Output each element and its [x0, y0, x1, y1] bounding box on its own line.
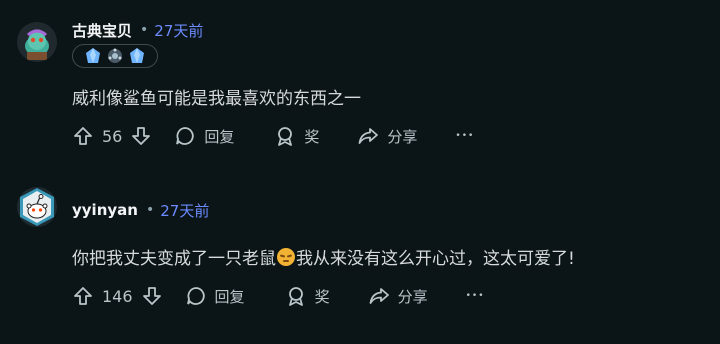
- snoo-avatar-icon: [17, 22, 57, 62]
- award-icon: [288, 287, 303, 306]
- avatar[interactable]: [17, 22, 57, 62]
- pensive-face-emoji-icon: [277, 248, 295, 266]
- more-options-icon: •••: [455, 131, 475, 141]
- crystal-badge-icon: [130, 48, 144, 63]
- vote-count: 56: [102, 126, 123, 146]
- award-label: 奖: [304, 127, 320, 146]
- share-arrow-icon: [369, 288, 389, 304]
- upvote-arrow-icon: [74, 287, 92, 305]
- award-button[interactable]: 奖: [285, 285, 330, 307]
- username[interactable]: yyinyan: [72, 201, 138, 219]
- username[interactable]: 古典宝贝: [72, 20, 132, 41]
- downvote-button[interactable]: [130, 125, 152, 147]
- chat-bubble-icon: [176, 127, 194, 145]
- comment: 古典宝贝 • 27天前 威利像鲨鱼可能是我最喜欢的东西之一 56 回复 奖 分享…: [0, 0, 720, 170]
- more-options-button[interactable]: •••: [466, 291, 485, 301]
- downvote-button[interactable]: [141, 285, 163, 307]
- comment-actions: 146 回复 奖 分享 •••: [72, 282, 485, 310]
- share-label: 分享: [387, 127, 418, 146]
- comment-text-part: 我从来没有这么开心过，这太可爱了!: [296, 249, 575, 269]
- upvote-button[interactable]: [72, 125, 94, 147]
- comment-text: 威利像鲨鱼可能是我最喜欢的东西之一: [72, 89, 361, 109]
- comment-text: 你把我丈夫变成了一只老鼠 我从来没有这么开心过，这太可爱了!: [72, 244, 575, 269]
- separator-dot: •: [145, 202, 155, 218]
- separator-dot: •: [140, 22, 149, 38]
- upvote-button[interactable]: [72, 285, 94, 307]
- reply-button[interactable]: 回复: [174, 125, 234, 147]
- downvote-arrow-icon: [132, 127, 151, 145]
- timestamp[interactable]: 27天前: [160, 200, 209, 221]
- comment-meta: yyinyan • 27天前: [72, 198, 209, 222]
- more-options-button[interactable]: •••: [455, 131, 474, 141]
- more-options-icon: •••: [465, 291, 485, 301]
- upvote-arrow-icon: [74, 127, 92, 145]
- comment-actions: 56 回复 奖 分享 •••: [72, 122, 474, 150]
- chat-bubble-icon: [186, 287, 205, 305]
- avatar[interactable]: [17, 187, 57, 227]
- downvote-arrow-icon: [142, 287, 161, 305]
- award-icon: [278, 127, 293, 146]
- award-button[interactable]: 奖: [274, 125, 319, 147]
- reply-label: 回复: [214, 287, 245, 306]
- share-button[interactable]: 分享: [368, 285, 428, 307]
- gear-badge-icon: [108, 48, 122, 63]
- reply-button[interactable]: 回复: [185, 285, 245, 307]
- user-badges[interactable]: [72, 44, 158, 68]
- vote-count: 146: [102, 286, 133, 306]
- comment: yyinyan • 27天前 你把我丈夫变成了一只老鼠 我从来没有这么开心过，这太…: [0, 170, 720, 344]
- comment-text-part: 你把我丈夫变成了一只老鼠: [72, 249, 276, 269]
- share-button[interactable]: 分享: [357, 125, 417, 147]
- award-label: 奖: [314, 287, 330, 306]
- comment-meta: 古典宝贝 • 27天前: [72, 18, 203, 42]
- share-label: 分享: [397, 287, 428, 306]
- reply-label: 回复: [204, 127, 235, 146]
- crystal-badge-icon: [86, 48, 100, 63]
- snoo-avatar-icon: [20, 188, 54, 226]
- timestamp[interactable]: 27天前: [154, 20, 203, 41]
- share-arrow-icon: [358, 128, 379, 144]
